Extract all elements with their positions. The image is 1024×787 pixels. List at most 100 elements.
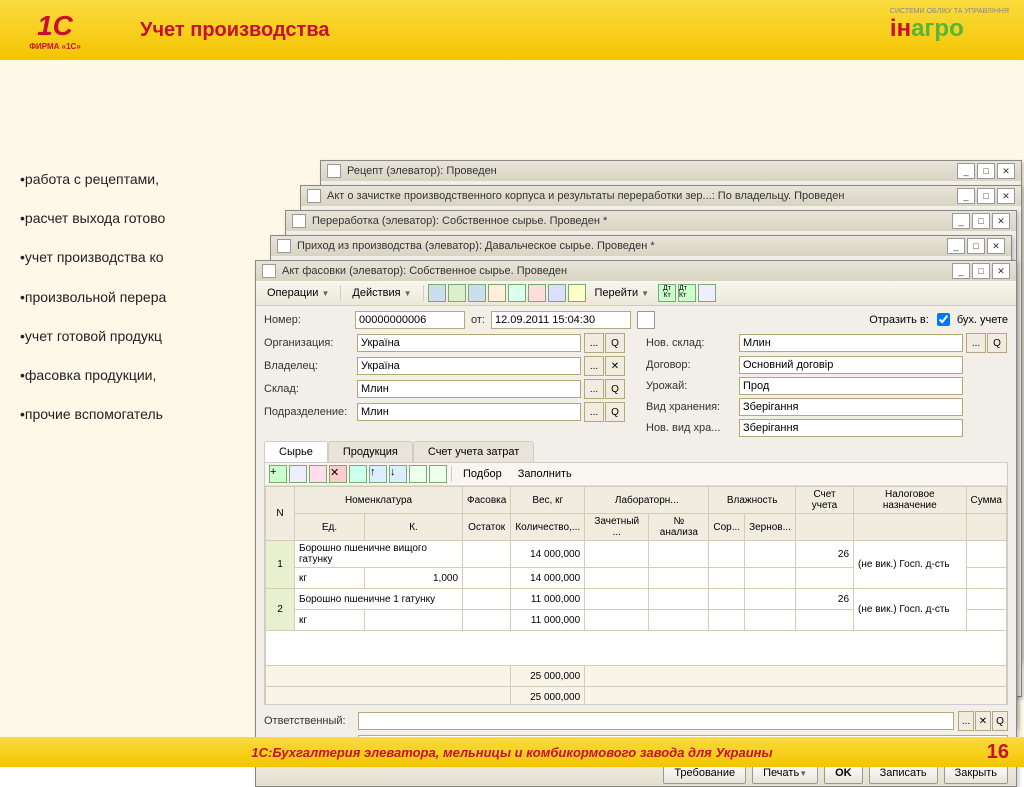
post-icon[interactable] bbox=[428, 284, 446, 302]
org-input[interactable] bbox=[357, 334, 581, 352]
dt-nu-icon[interactable]: ДтКт bbox=[678, 284, 696, 302]
goto-menu[interactable]: Перейти▼ bbox=[588, 283, 657, 303]
sort-asc-icon[interactable] bbox=[409, 465, 427, 483]
delete-icon[interactable]: ✕ bbox=[329, 465, 347, 483]
open-button[interactable]: Q bbox=[992, 711, 1008, 731]
vidhran-input[interactable] bbox=[739, 398, 963, 416]
refresh-grid-icon[interactable] bbox=[349, 465, 367, 483]
col-remain[interactable]: Остаток bbox=[463, 514, 511, 541]
actions-menu[interactable]: Действия▼ bbox=[345, 283, 418, 303]
col-humidity[interactable]: Влажность bbox=[709, 487, 796, 514]
close-button[interactable]: ✕ bbox=[997, 188, 1015, 204]
col-k[interactable]: К. bbox=[364, 514, 462, 541]
tree-icon[interactable] bbox=[548, 284, 566, 302]
open-button[interactable]: Q bbox=[987, 333, 1007, 353]
maximize-button[interactable]: □ bbox=[977, 163, 995, 179]
responsible-input[interactable] bbox=[358, 712, 954, 730]
dt-icon[interactable]: ДтКт bbox=[658, 284, 676, 302]
close-button[interactable]: ✕ bbox=[992, 263, 1010, 279]
col-grain[interactable]: Зернов... bbox=[745, 514, 796, 541]
novsklad-label: Нов. склад: bbox=[646, 337, 736, 349]
number-input[interactable] bbox=[355, 311, 465, 329]
tab-cost-account[interactable]: Счет учета затрат bbox=[413, 441, 534, 462]
edit-icon[interactable] bbox=[309, 465, 327, 483]
move-up-icon[interactable]: ↑ bbox=[369, 465, 387, 483]
footer-text: 1С:Бухгалтерия элеватора, мельницы и ком… bbox=[251, 745, 772, 760]
copy-icon[interactable] bbox=[289, 465, 307, 483]
move-down-icon[interactable]: ↓ bbox=[389, 465, 407, 483]
refresh-icon[interactable] bbox=[448, 284, 466, 302]
select-button[interactable]: ... bbox=[584, 379, 604, 399]
col-sum[interactable]: Сумма bbox=[966, 487, 1006, 514]
dogovor-input[interactable] bbox=[739, 356, 963, 374]
items-grid[interactable]: N Номенклатура Фасовка Вес, кг Лаборатор… bbox=[265, 486, 1007, 704]
close-button[interactable]: ✕ bbox=[987, 238, 1005, 254]
basis-icon[interactable] bbox=[508, 284, 526, 302]
maximize-button[interactable]: □ bbox=[972, 263, 990, 279]
minimize-button[interactable]: _ bbox=[957, 163, 975, 179]
col-nomenclature[interactable]: Номенклатура bbox=[295, 487, 463, 514]
select-button[interactable]: ... bbox=[584, 333, 604, 353]
select-button[interactable]: ... bbox=[966, 333, 986, 353]
structure-icon[interactable] bbox=[488, 284, 506, 302]
add-icon[interactable]: + bbox=[269, 465, 287, 483]
select-button[interactable]: ... bbox=[584, 356, 604, 376]
date-input[interactable] bbox=[491, 311, 631, 329]
pick-button[interactable]: Подбор bbox=[456, 464, 509, 484]
col-weight[interactable]: Вес, кг bbox=[511, 487, 585, 514]
novsklad-input[interactable] bbox=[739, 334, 963, 352]
maximize-button[interactable]: □ bbox=[977, 188, 995, 204]
col-credit[interactable]: Зачетный ... bbox=[585, 514, 649, 541]
minimize-button[interactable]: _ bbox=[952, 213, 970, 229]
post-doc-icon[interactable] bbox=[468, 284, 486, 302]
sort-desc-icon[interactable] bbox=[429, 465, 447, 483]
col-analysis[interactable]: № анализа bbox=[649, 514, 709, 541]
report-icon[interactable] bbox=[698, 284, 716, 302]
help-icon[interactable] bbox=[568, 284, 586, 302]
open-button[interactable]: Q bbox=[605, 379, 625, 399]
clear-button[interactable]: ✕ bbox=[975, 711, 991, 731]
minimize-button[interactable]: _ bbox=[957, 188, 975, 204]
col-lab[interactable]: Лабораторн... bbox=[585, 487, 709, 514]
col-qty[interactable]: Количество,... bbox=[511, 514, 585, 541]
tab-products[interactable]: Продукция bbox=[328, 441, 413, 462]
window-packing-act[interactable]: Акт фасовки (элеватор): Собственное сырь… bbox=[255, 260, 1017, 787]
col-sor[interactable]: Сор... bbox=[709, 514, 745, 541]
select-button[interactable]: ... bbox=[584, 402, 604, 422]
fill-button[interactable]: Заполнить bbox=[511, 464, 579, 484]
window-icon bbox=[327, 164, 341, 178]
calendar-icon[interactable] bbox=[637, 311, 655, 329]
accounting-checkbox[interactable] bbox=[937, 313, 950, 326]
window-icon bbox=[292, 214, 306, 228]
bullet-item: •учет производства ко bbox=[20, 238, 166, 277]
podr-input[interactable] bbox=[357, 403, 581, 421]
open-button[interactable]: Q bbox=[605, 333, 625, 353]
tab-raw[interactable]: Сырье bbox=[264, 441, 328, 462]
window-title: Приход из производства (элеватор): Давал… bbox=[297, 240, 941, 252]
col-n[interactable]: N bbox=[266, 487, 295, 541]
operations-menu[interactable]: Операции▼ bbox=[260, 283, 336, 303]
close-button[interactable]: ✕ bbox=[992, 213, 1010, 229]
col-tax[interactable]: Налоговое назначение bbox=[854, 487, 966, 514]
owner-input[interactable] bbox=[357, 357, 581, 375]
minimize-button[interactable]: _ bbox=[947, 238, 965, 254]
sklad-input[interactable] bbox=[357, 380, 581, 398]
minimize-button[interactable]: _ bbox=[952, 263, 970, 279]
select-button[interactable]: ... bbox=[958, 711, 974, 731]
col-unit[interactable]: Ед. bbox=[295, 514, 365, 541]
number-label: Номер: bbox=[264, 314, 349, 326]
open-button[interactable]: Q bbox=[605, 402, 625, 422]
maximize-button[interactable]: □ bbox=[967, 238, 985, 254]
maximize-button[interactable]: □ bbox=[972, 213, 990, 229]
bullet-item: •прочие вспомогатель bbox=[20, 395, 166, 434]
urozhai-input[interactable] bbox=[739, 377, 963, 395]
flag-icon[interactable] bbox=[528, 284, 546, 302]
novvid-input[interactable] bbox=[739, 419, 963, 437]
table-row[interactable]: 1 Борошно пшеничне вищого гатунку 14 000… bbox=[266, 541, 1007, 568]
table-row[interactable]: 2 Борошно пшеничне 1 гатунку 11 000,000 … bbox=[266, 589, 1007, 610]
col-account[interactable]: Счет учета bbox=[795, 487, 853, 514]
col-packing[interactable]: Фасовка bbox=[463, 487, 511, 514]
inagro-logo: СИСТЕМИ ОБЛІКУ ТА УПРАВЛІННЯ інагро bbox=[890, 8, 1009, 43]
close-button[interactable]: ✕ bbox=[997, 163, 1015, 179]
clear-button[interactable]: ✕ bbox=[605, 356, 625, 376]
